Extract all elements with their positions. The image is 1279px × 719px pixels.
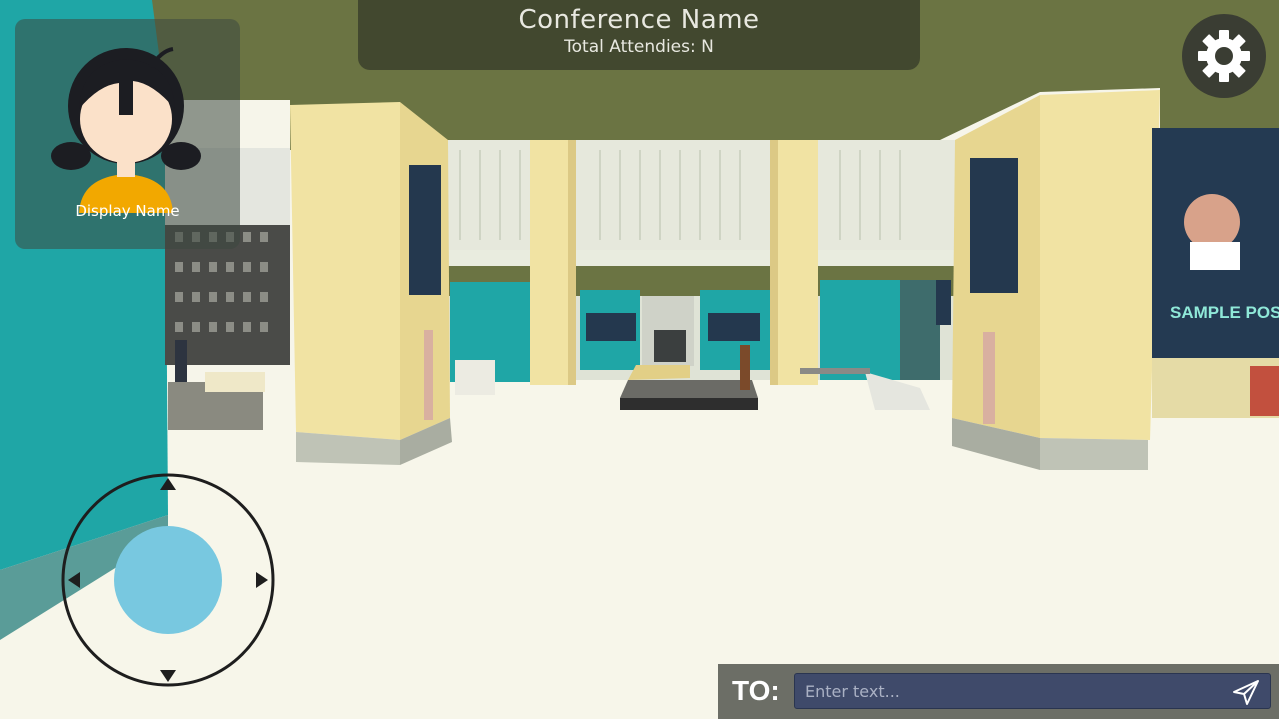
sample-poster-text: SAMPLE POSTER <box>1170 303 1279 322</box>
arrow-right-icon <box>256 572 268 588</box>
display-name: Display Name <box>75 202 180 220</box>
joystick-graphic <box>61 473 275 687</box>
avatar-girl-icon <box>51 47 201 213</box>
movement-joystick[interactable] <box>60 472 276 688</box>
conference-title: Conference Name <box>518 5 760 35</box>
send-icon[interactable] <box>1232 678 1260 706</box>
conference-banner: Conference Name Total Attendies: N <box>358 0 920 70</box>
arrow-up-icon <box>160 478 176 490</box>
arrow-left-icon <box>68 572 80 588</box>
arrow-down-icon <box>160 670 176 682</box>
to-label: TO: <box>732 675 780 706</box>
profile-card[interactable]: Display Name <box>15 19 240 249</box>
chat-input[interactable] <box>794 673 1271 709</box>
chat-bar: TO: <box>718 664 1279 719</box>
joystick-knob <box>114 526 222 634</box>
gear-icon <box>1198 30 1250 82</box>
settings-button[interactable] <box>1182 14 1266 98</box>
attendee-count: Total Attendies: N <box>564 37 714 57</box>
